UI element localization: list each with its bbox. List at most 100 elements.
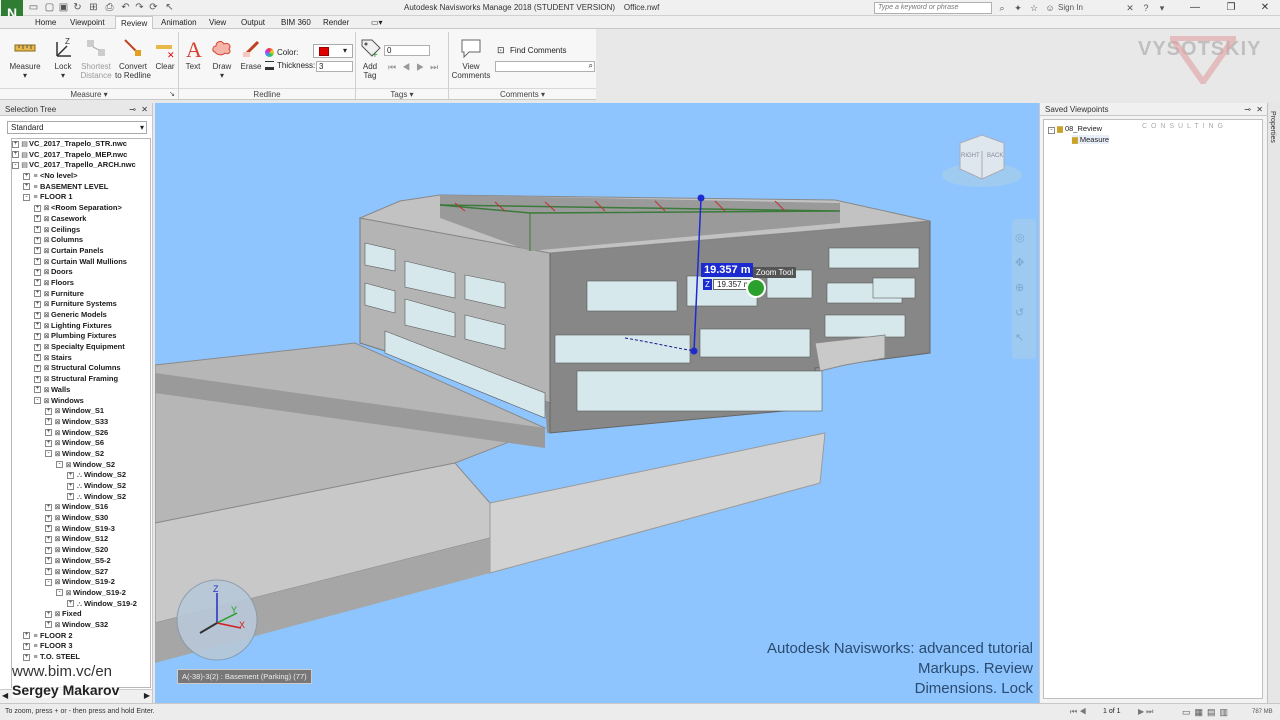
status-tool-icons[interactable]: ▭▦▤▥ [1182, 707, 1232, 718]
tree-item[interactable]: + ⊠ Curtain Wall Mullions [12, 257, 150, 268]
new-icon[interactable]: ▭ [28, 2, 39, 13]
tree-item[interactable]: + ⊠ Curtain Panels [12, 246, 150, 257]
undo-icon[interactable]: ↶ [120, 2, 131, 13]
tab-render[interactable]: Render [318, 16, 354, 29]
measure-button[interactable]: Measure ▾ [7, 34, 43, 80]
tab-extras-icon[interactable]: ▭▾ [366, 16, 388, 29]
expand-icon[interactable]: + [45, 546, 52, 554]
shortest-distance-button[interactable]: Shortest Distance [79, 34, 113, 80]
expand-icon[interactable]: + [67, 482, 74, 490]
merge-icon[interactable]: ⊞ [88, 2, 99, 13]
expand-icon[interactable]: + [67, 471, 74, 479]
steering-wheel-icon[interactable]: ◎ [1015, 231, 1025, 244]
tree-item[interactable]: + ⊠ Window_S20 [12, 545, 150, 556]
expand-icon[interactable]: + [34, 226, 41, 234]
find-comments-input[interactable]: ⌕ [495, 61, 595, 72]
expand-icon[interactable]: + [23, 172, 30, 180]
collapse-icon[interactable]: - [45, 578, 52, 586]
tree-item[interactable]: + ⊠ Columns [12, 235, 150, 246]
page-nav-next-last-icons[interactable]: ▶⏭ [1138, 707, 1155, 717]
tab-viewpoint[interactable]: Viewpoint [65, 16, 110, 29]
tree-item[interactable]: + ≡ BASEMENT LEVEL [12, 182, 150, 193]
expand-icon[interactable]: + [34, 375, 41, 383]
tree-item[interactable]: + ⊠ Specialty Equipment [12, 342, 150, 353]
add-tag-button[interactable]: + Add Tag [358, 34, 382, 80]
tree-item[interactable]: + ⊠ Ceilings [12, 225, 150, 236]
expand-icon[interactable]: + [23, 183, 30, 191]
restore-button[interactable]: ❐ [1214, 0, 1248, 16]
collapse-icon[interactable]: - [56, 589, 63, 597]
expand-icon[interactable]: + [23, 653, 30, 661]
comments-panel-label[interactable]: Comments ▾ [449, 88, 596, 99]
tree-item[interactable]: - ▤VC_2017_Trapello_ARCH.nwc [12, 160, 150, 171]
collapse-icon[interactable]: - [12, 161, 19, 169]
expand-icon[interactable]: + [34, 290, 41, 298]
expand-icon[interactable]: + [34, 268, 41, 276]
color-picker[interactable]: ▾ [313, 44, 353, 58]
expand-icon[interactable]: + [45, 407, 52, 415]
tree-mode-select[interactable]: Standard ▾ [7, 121, 147, 134]
tab-home[interactable]: Home [30, 16, 61, 29]
collapse-icon[interactable]: - [1048, 127, 1055, 134]
expand-icon[interactable]: + [34, 247, 41, 255]
expand-icon[interactable]: + [34, 386, 41, 394]
chevron-down-icon[interactable]: ▾ [1156, 2, 1168, 14]
scroll-right-icon[interactable]: ▶ [144, 691, 150, 700]
tree-item[interactable]: + ⛬ Window_S19-2 [12, 599, 150, 610]
refresh-icon[interactable]: ↻ [72, 2, 83, 13]
pin-icon[interactable]: ⊸ [1244, 103, 1251, 116]
expand-icon[interactable]: + [45, 514, 52, 522]
clear-button[interactable]: ✕ Clear [153, 34, 177, 71]
pin-icon[interactable]: ⊸ [129, 103, 136, 116]
pan-icon[interactable]: ✥ [1015, 256, 1024, 269]
find-comments-button[interactable]: Find Comments [510, 46, 566, 55]
convert-to-redline-button[interactable]: Convert to Redline [114, 34, 152, 80]
tree-item[interactable]: + ⊠ Walls [12, 385, 150, 396]
expand-icon[interactable]: + [23, 632, 30, 640]
tree-item[interactable]: + ≡ <No level> [12, 171, 150, 182]
open-icon[interactable]: ▢ [44, 2, 55, 13]
expand-icon[interactable]: + [45, 525, 52, 533]
user-icon[interactable]: ☺ [1044, 2, 1056, 14]
tree-item[interactable]: + ⊠ Window_S6 [12, 438, 150, 449]
refresh-model-icon[interactable]: ⟳ [148, 2, 159, 13]
tree-item[interactable]: + ⊠ Window_S30 [12, 513, 150, 524]
expand-icon[interactable]: + [34, 279, 41, 287]
tree-item[interactable]: + ⊠ Plumbing Fixtures [12, 331, 150, 342]
close-icon[interactable]: ✕ [141, 103, 148, 116]
tree-item[interactable]: + ⊠ Fixed [12, 609, 150, 620]
text-button[interactable]: A Text [182, 34, 204, 71]
expand-icon[interactable]: + [23, 642, 30, 650]
tree-item[interactable]: - ⊠ Window_S2 [12, 460, 150, 471]
zoom-icon[interactable]: ⊕ [1015, 281, 1024, 294]
tree-item[interactable]: + ⊠ Generic Models [12, 310, 150, 321]
tree-item[interactable]: + ⊠ Window_S26 [12, 428, 150, 439]
tag-id-input[interactable]: 0 [384, 45, 430, 56]
tree-item[interactable]: + ⊠ Window_S1 [12, 406, 150, 417]
expand-icon[interactable]: + [45, 535, 52, 543]
tree-item[interactable]: + ⊠ Structural Framing [12, 374, 150, 385]
tree-item[interactable]: + ⊠ Window_S16 [12, 502, 150, 513]
tag-navigation-arrows[interactable]: ⏮◀▶⏭ [388, 62, 444, 73]
binoculars-icon[interactable]: ⌕ [996, 2, 1008, 14]
viewcube-back-label[interactable]: BACK [987, 153, 1003, 159]
select-icon[interactable]: ↖ [164, 2, 175, 13]
expand-icon[interactable]: + [34, 311, 41, 319]
tree-item[interactable]: + ≡ FLOOR 2 [12, 631, 150, 642]
expand-icon[interactable]: + [45, 418, 52, 426]
viewcube-right-label[interactable]: RIGHT [961, 153, 980, 159]
lock-button[interactable]: Z Lock ▾ [49, 34, 77, 80]
tab-bim360[interactable]: BIM 360 [276, 16, 316, 29]
viewpoint-folder-item[interactable]: - ▆ 08_Review [1048, 124, 1102, 134]
expand-icon[interactable]: + [12, 140, 19, 148]
expand-icon[interactable]: + [45, 439, 52, 447]
select-tool-icon[interactable]: ↖ [1015, 331, 1024, 344]
expand-icon[interactable]: + [34, 215, 41, 223]
collapse-icon[interactable]: - [45, 450, 52, 458]
draw-button[interactable]: Draw ▾ [208, 34, 236, 80]
collapse-icon[interactable]: - [23, 193, 30, 201]
expand-icon[interactable]: + [45, 429, 52, 437]
exchange-icon[interactable]: ✕ [1124, 2, 1136, 14]
expand-icon[interactable]: + [34, 332, 41, 340]
tree-item[interactable]: + ▤VC_2017_Trapelo_STR.nwc [12, 139, 150, 150]
